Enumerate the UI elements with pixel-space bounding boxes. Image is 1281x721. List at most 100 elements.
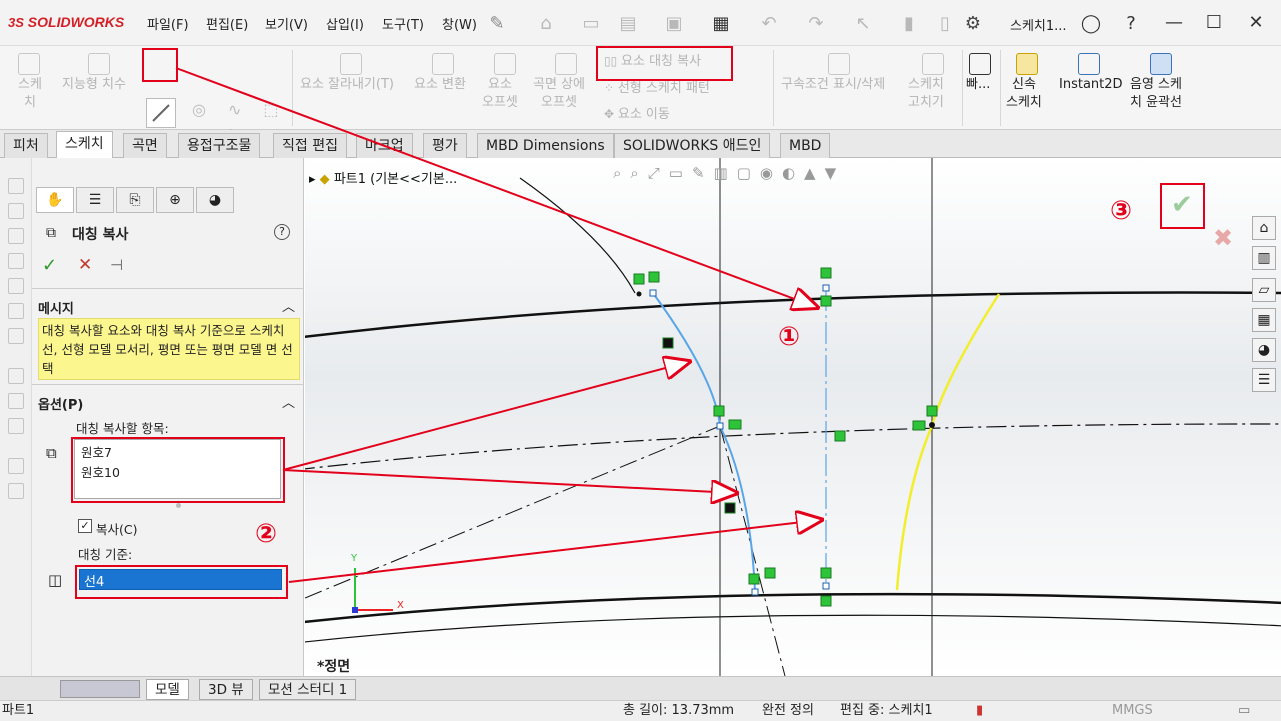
minimize-button[interactable]: — [1160, 10, 1188, 36]
convert-icon [432, 53, 454, 75]
repair-sketch-button[interactable]: 스케치 고치기 [908, 76, 944, 112]
sketch-arc-inner[interactable] [305, 592, 1281, 624]
feature-icon[interactable] [8, 483, 24, 499]
home-icon[interactable]: ⌂ [535, 13, 557, 35]
feature-icon[interactable] [8, 368, 24, 384]
tab-surfaces[interactable]: 곡면 [123, 133, 167, 158]
customize-icon[interactable]: ▭ [1238, 701, 1250, 721]
help-icon[interactable]: ? [1120, 13, 1142, 35]
rebuild-icon[interactable]: ▮ [898, 13, 920, 35]
entities-to-mirror-list[interactable]: 원호7 원호10 [74, 439, 281, 499]
smart-dimension-button[interactable]: 지능형 치수 [62, 76, 126, 94]
message-section-header[interactable]: 메시지 [38, 298, 298, 317]
convert-entities-button[interactable]: 요소 변환 [414, 76, 466, 94]
tab-mbd[interactable]: MBD [780, 133, 831, 158]
new-doc-icon[interactable]: ▭ [580, 13, 602, 35]
offset-entities-button[interactable]: 요소 오프셋 [482, 76, 518, 112]
tab-mbd-dimensions[interactable]: MBD Dimensions [477, 133, 614, 158]
options-section-header[interactable]: 옵션(P) [38, 394, 298, 413]
shaded-sketch-contours-button[interactable]: 음영 스케 치 윤곽선 [1130, 76, 1182, 112]
feature-icon[interactable] [8, 458, 24, 474]
copy-checkbox[interactable]: ✓ [78, 519, 92, 533]
sketch-button[interactable]: 스케 치 [12, 76, 48, 112]
title-bar: 3S SOLIDWORKS 파일(F) 편집(E) 보기(V) 삽입(I) 도구… [0, 0, 1281, 46]
menu-insert[interactable]: 삽입(I) [326, 14, 364, 34]
menu-window[interactable]: 창(W) [442, 14, 477, 34]
collapse-chevron-icon[interactable]: ︿ [282, 296, 295, 315]
undo-icon[interactable]: ↶ [758, 13, 780, 35]
feature-icon[interactable] [8, 253, 24, 269]
linear-pattern-button[interactable]: ⁘ 선형 스케치 패턴 [604, 79, 710, 98]
save-icon[interactable]: ▣ [663, 13, 685, 35]
menu-tools[interactable]: 도구(T) [382, 14, 424, 34]
tab-weldments[interactable]: 용접구조물 [178, 133, 261, 158]
open-icon[interactable]: ▤ [617, 13, 639, 35]
dimxpert-tab[interactable]: ⊕ [156, 187, 194, 213]
file-explorer-icon[interactable]: ▱ [1252, 278, 1276, 302]
trim-entities-button[interactable]: 요소 잘라내기(T) [300, 76, 394, 94]
mirror-entities-button[interactable]: ▯▯ 요소 대칭 복사 [604, 52, 701, 71]
cancel-x-button[interactable]: ✕ [78, 255, 92, 275]
list-item[interactable]: 원호7 [81, 443, 274, 463]
collapse-chevron-icon[interactable]: ︿ [282, 392, 295, 411]
status-units[interactable]: MMGS [1112, 701, 1153, 721]
property-manager-tab[interactable]: ☰ [76, 187, 114, 213]
print-icon[interactable]: ▦ [710, 13, 732, 35]
move-entities-button[interactable]: ✥ 요소 이동 [604, 105, 670, 124]
help-icon[interactable]: ? [274, 224, 290, 240]
tab-sketch[interactable]: 스케치 [56, 131, 113, 158]
configuration-manager-tab[interactable]: ⎘ [116, 187, 154, 213]
ok-check-button[interactable]: ✓ [42, 255, 57, 276]
home-icon[interactable]: ⌂ [1252, 216, 1276, 240]
options-gear-icon[interactable]: ⚙ [962, 13, 984, 35]
custom-properties-icon[interactable]: ☰ [1252, 368, 1276, 392]
tab-evaluate[interactable]: 평가 [423, 133, 467, 158]
feature-icon[interactable] [8, 228, 24, 244]
tab-markup[interactable]: 마크업 [356, 133, 413, 158]
tab-direct-editing[interactable]: 직접 편집 [273, 133, 347, 158]
instant2d-button[interactable]: Instant2D [1059, 76, 1123, 94]
feature-tree-flyout[interactable]: ▸ ◆ 파트1 (기본<<기본... [309, 168, 457, 187]
graphics-area[interactable]: ▸ ◆ 파트1 (기본<<기본... ⌕⌕⤢▭✎▥▢◉◐▲▼ Y X *정면 ▯… [305, 158, 1281, 676]
menu-edit[interactable]: 편집(E) [206, 14, 248, 34]
feature-icon[interactable] [8, 303, 24, 319]
circle-arc-tools[interactable]: ◎∿⬚ [192, 100, 300, 119]
heads-up-view-toolbar[interactable]: ⌕⌕⤢▭✎▥▢◉◐▲▼ [613, 164, 845, 182]
triad-y-label: Y [351, 553, 358, 564]
offset-on-surface-button[interactable]: 곡면 상에 오프셋 [533, 76, 585, 112]
tab-scroll-buttons[interactable] [60, 680, 140, 698]
pin-icon[interactable]: ✎ [486, 13, 508, 35]
list-item[interactable]: 원호10 [81, 463, 274, 483]
display-manager-tab[interactable]: ◕ [196, 187, 234, 213]
close-window-button[interactable]: ✕ [1242, 10, 1270, 36]
design-library-icon[interactable]: ▥ [1252, 246, 1276, 270]
quick-snaps-button[interactable]: 빠... [966, 76, 990, 94]
redo-icon[interactable]: ↷ [805, 13, 827, 35]
tab-features[interactable]: 피처 [4, 133, 48, 158]
view-palette-icon[interactable]: ▦ [1252, 308, 1276, 332]
feature-icon[interactable] [8, 328, 24, 344]
feature-icon[interactable] [8, 418, 24, 434]
select-icon[interactable]: ↖ [852, 13, 874, 35]
tab-model[interactable]: 모델 [146, 679, 189, 700]
confirm-cancel-icon[interactable]: ✖ [1213, 224, 1233, 252]
mirror-about-field[interactable]: 선4 [79, 569, 282, 590]
feature-icon[interactable] [8, 278, 24, 294]
feature-icon[interactable] [8, 178, 24, 194]
maximize-button[interactable]: ☐ [1200, 10, 1228, 36]
feature-manager-tab[interactable]: ✋ [36, 187, 74, 213]
menu-file[interactable]: 파일(F) [147, 14, 189, 34]
tab-addins[interactable]: SOLIDWORKS 애드인 [614, 133, 771, 158]
feature-icon[interactable] [8, 393, 24, 409]
display-delete-relations-button[interactable]: 구속조건 표시/삭제 [781, 76, 885, 94]
feature-icon[interactable] [8, 203, 24, 219]
file-props-icon[interactable]: ▯ [934, 13, 956, 35]
rapid-sketch-button[interactable]: 신속 스케치 [1006, 76, 1042, 112]
tab-3d-view[interactable]: 3D 뷰 [199, 679, 253, 700]
account-icon[interactable]: ◯ [1080, 13, 1102, 35]
confirm-ok-icon[interactable]: ✔ [1171, 190, 1193, 220]
menu-view[interactable]: 보기(V) [265, 14, 308, 34]
appearances-icon[interactable]: ◕ [1252, 338, 1276, 362]
pushpin-icon[interactable]: ⊣ [110, 256, 123, 274]
tab-motion-study-1[interactable]: 모션 스터디 1 [259, 679, 357, 700]
